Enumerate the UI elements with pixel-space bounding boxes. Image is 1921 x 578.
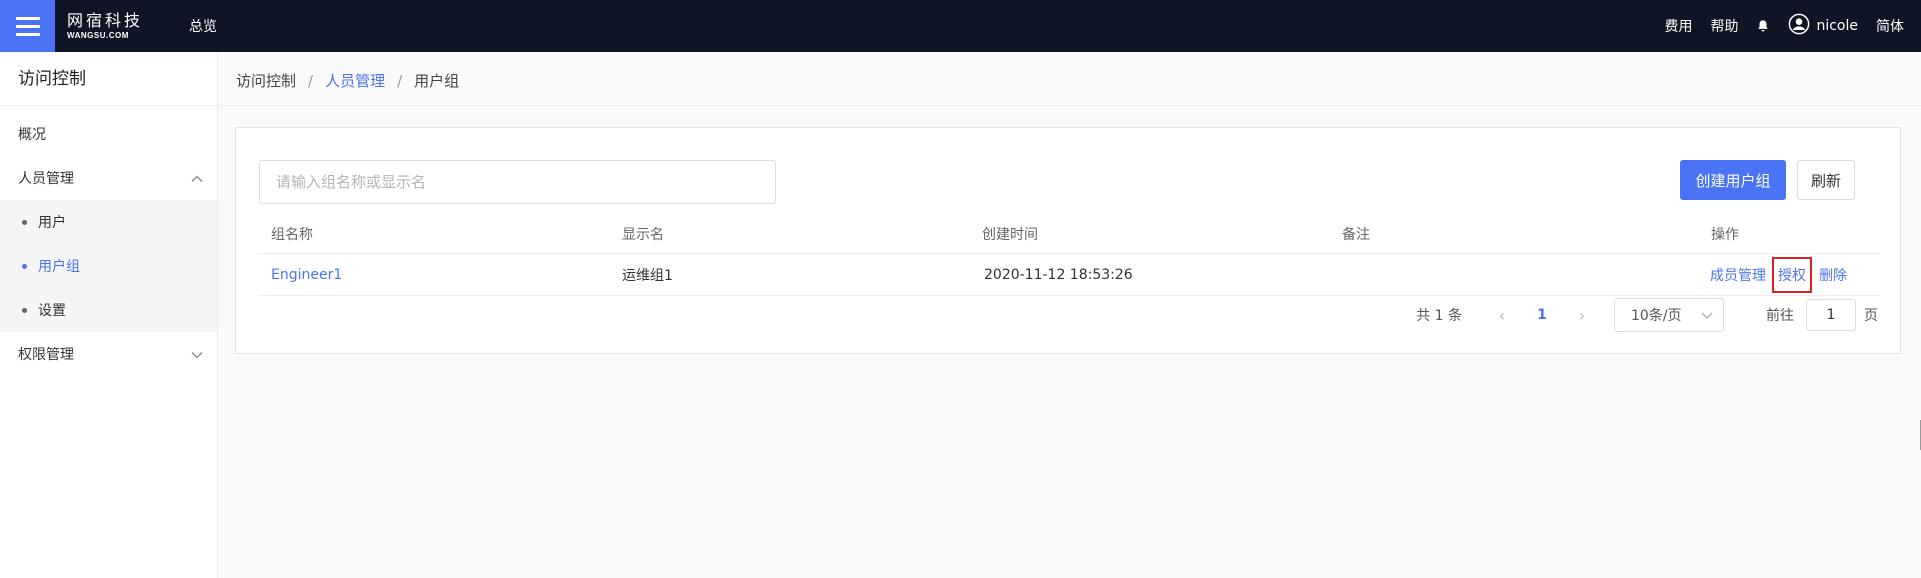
user-group-panel: 创建用户组 刷新 组名称 显示名 创建时间 备注 操作 Engineer1 运维… xyxy=(235,127,1901,354)
goto-page-input[interactable] xyxy=(1806,299,1856,331)
scrollbar[interactable] xyxy=(1917,420,1921,450)
menu-icon[interactable] xyxy=(0,0,55,52)
group-name-link[interactable]: Engineer1 xyxy=(271,254,342,295)
breadcrumb-people-mgmt[interactable]: 人员管理 xyxy=(325,70,385,91)
sidebar-item-users[interactable]: 用户 xyxy=(0,200,217,244)
next-page-icon[interactable]: › xyxy=(1562,306,1602,325)
chevron-down-icon xyxy=(1701,309,1713,325)
manage-members-link[interactable]: 成员管理 xyxy=(1710,265,1766,285)
column-header-created: 创建时间 xyxy=(982,226,1038,243)
group-created-time: 2020-11-12 18:53:26 xyxy=(984,266,1133,283)
sidebar-item-permission-mgmt[interactable]: 权限管理 xyxy=(0,332,217,376)
sidebar: 访问控制 概况 人员管理 用户 用户组 设置 权限管理 xyxy=(0,52,218,578)
breadcrumb-separator: / xyxy=(308,71,314,90)
fees-link[interactable]: 费用 xyxy=(1664,16,1692,36)
sidebar-submenu: 用户 用户组 设置 xyxy=(0,200,217,332)
column-header-remark: 备注 xyxy=(1342,226,1370,243)
user-menu[interactable]: nicole xyxy=(1788,13,1858,39)
goto-label: 前往 xyxy=(1766,308,1794,324)
goto-suffix: 页 xyxy=(1864,308,1878,324)
breadcrumb-current: 用户组 xyxy=(414,72,460,90)
chevron-up-icon xyxy=(191,173,203,183)
breadcrumb-separator: / xyxy=(397,71,403,90)
top-bar: 网宿科技 WANGSU.COM 总览 费用 帮助 nicole 简体 xyxy=(0,0,1921,52)
sidebar-item-label: 用户 xyxy=(38,215,66,231)
column-header-name: 组名称 xyxy=(271,226,313,243)
sidebar-item-label: 用户组 xyxy=(38,259,80,275)
pagination-total: 共 1 条 xyxy=(1416,308,1462,324)
user-avatar-icon xyxy=(1788,13,1810,39)
create-user-group-button[interactable]: 创建用户组 xyxy=(1680,160,1786,200)
nav-overview[interactable]: 总览 xyxy=(189,16,217,36)
user-group-table: 组名称 显示名 创建时间 备注 操作 Engineer1 运维组1 2020-1… xyxy=(259,214,1879,296)
chevron-down-icon xyxy=(191,349,203,359)
row-actions: 成员管理 授权 删除 xyxy=(1710,254,1854,295)
help-link[interactable]: 帮助 xyxy=(1710,16,1738,36)
refresh-button[interactable]: 刷新 xyxy=(1797,160,1855,200)
divider xyxy=(219,105,1921,106)
search-input[interactable] xyxy=(259,160,776,204)
page-size-select[interactable]: 10条/页 xyxy=(1614,298,1724,332)
sidebar-item-people-mgmt[interactable]: 人员管理 xyxy=(0,156,217,200)
page-size-value: 10条/页 xyxy=(1631,308,1682,324)
bullet-icon xyxy=(22,307,27,313)
sidebar-item-label: 人员管理 xyxy=(18,171,74,187)
group-display-name: 运维组1 xyxy=(622,267,673,284)
bell-icon[interactable] xyxy=(1756,19,1770,33)
authorize-link[interactable]: 授权 xyxy=(1772,256,1812,293)
sidebar-item-overview[interactable]: 概况 xyxy=(0,112,217,156)
topbar-actions: 费用 帮助 nicole 简体 xyxy=(1646,13,1921,39)
pagination: 共 1 条 ‹ 1 › 10条/页 前往 页 xyxy=(1416,298,1878,332)
language-switch[interactable]: 简体 xyxy=(1876,16,1904,36)
page-number-1[interactable]: 1 xyxy=(1522,307,1562,323)
sidebar-item-label: 设置 xyxy=(38,303,66,319)
prev-page-icon[interactable]: ‹ xyxy=(1482,306,1522,325)
table-row: Engineer1 运维组1 2020-11-12 18:53:26 成员管理 … xyxy=(259,254,1879,296)
logo-text: 网宿科技 xyxy=(67,10,144,30)
logo-subtext: WANGSU.COM xyxy=(67,30,129,40)
sidebar-item-settings[interactable]: 设置 xyxy=(0,288,217,332)
delete-link[interactable]: 删除 xyxy=(1819,265,1847,285)
logo[interactable]: 网宿科技 WANGSU.COM xyxy=(67,10,144,40)
breadcrumb-root[interactable]: 访问控制 xyxy=(236,70,296,91)
bullet-icon xyxy=(22,219,27,225)
breadcrumb: 访问控制 / 人员管理 / 用户组 xyxy=(236,70,459,91)
sidebar-item-label: 权限管理 xyxy=(18,347,74,363)
username: nicole xyxy=(1816,18,1858,34)
sidebar-item-user-groups[interactable]: 用户组 xyxy=(0,244,217,288)
column-header-display-name: 显示名 xyxy=(622,226,664,243)
sidebar-item-label: 概况 xyxy=(18,127,46,143)
bullet-icon xyxy=(22,263,27,269)
column-header-actions: 操作 xyxy=(1711,226,1739,243)
sidebar-title: 访问控制 xyxy=(0,52,217,106)
table-header: 组名称 显示名 创建时间 备注 操作 xyxy=(259,214,1879,254)
